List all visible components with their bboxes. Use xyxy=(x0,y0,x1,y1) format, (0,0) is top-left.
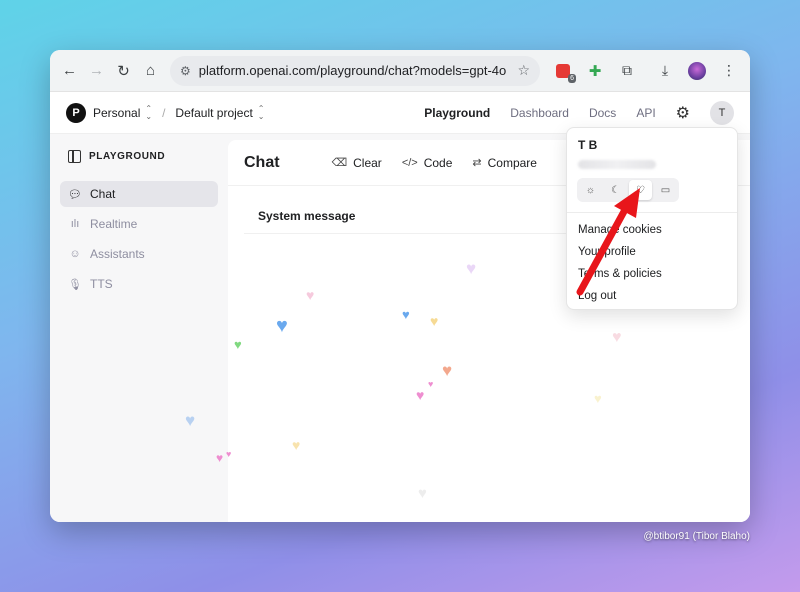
sidebar-item-assistants[interactable]: ☺ Assistants xyxy=(60,241,218,267)
microphone-icon: 🎙︎ xyxy=(68,278,82,291)
email-blurred xyxy=(578,160,656,169)
back-icon[interactable]: ← xyxy=(58,58,81,84)
monitor-icon[interactable]: ▭ xyxy=(654,180,677,200)
sidebar-item-label: Assistants xyxy=(90,247,145,261)
settings-gear-icon[interactable]: ⚙ xyxy=(676,103,690,123)
heart-decoration: ♥ xyxy=(466,259,477,278)
breadcrumb-separator: / xyxy=(162,105,166,120)
heart-decoration: ♥ xyxy=(306,287,315,303)
heart-decoration: ♥ xyxy=(418,485,427,502)
terms-policies-item[interactable]: Terms & policies xyxy=(577,263,727,285)
account-menu: T B ☼ ☾ ♡ ▭ Manage cookies Your profile … xyxy=(566,127,738,310)
browser-menu-icon[interactable]: ⋮ xyxy=(716,58,742,84)
menu-divider xyxy=(567,212,737,213)
page-title: Chat xyxy=(244,153,280,171)
chevron-updown-icon: ⌃ ⌄ xyxy=(257,103,265,121)
moon-icon[interactable]: ☾ xyxy=(604,180,627,200)
download-icon[interactable]: ⤓ xyxy=(652,58,678,84)
org-avatar: P xyxy=(66,102,86,123)
heart-decoration: ♥ xyxy=(216,451,224,465)
extensions-area: 6 ✚ ⧉ ⤓ ⋮ xyxy=(550,58,742,84)
browser-toolbar: ← → ↻ ⌂ ⚙ platform.openai.com/playground… xyxy=(50,50,750,92)
waveform-icon: ılı xyxy=(70,218,80,230)
project-name: Default project xyxy=(175,105,253,120)
code-label: Code xyxy=(423,155,453,170)
heart-decoration: ♥ xyxy=(185,411,196,430)
nav-api[interactable]: API xyxy=(636,106,655,120)
org-selector[interactable]: Personal ⌃ ⌄ xyxy=(93,103,153,121)
green-extension-icon[interactable]: ✚ xyxy=(582,58,608,84)
nav-docs[interactable]: Docs xyxy=(589,106,616,120)
system-message-field[interactable]: System message xyxy=(244,198,584,234)
nav-playground[interactable]: Playground xyxy=(424,106,490,120)
org-name: Personal xyxy=(93,105,141,120)
sidebar-toggle-icon[interactable] xyxy=(68,150,81,163)
heart-decoration: ♥ xyxy=(430,313,439,329)
clear-button[interactable]: ⌫ Clear xyxy=(332,156,382,170)
sidebar-title-text: PLAYGROUND xyxy=(89,151,166,162)
your-profile-item[interactable]: Your profile xyxy=(577,241,727,263)
chevron-updown-icon: ⌃ ⌄ xyxy=(145,103,153,121)
code-brackets-icon: </> xyxy=(401,156,418,169)
url-text: platform.openai.com/playground/chat?mode… xyxy=(198,63,507,78)
manage-cookies-item[interactable]: Manage cookies xyxy=(577,219,727,241)
compare-button[interactable]: ⇄ Compare xyxy=(472,156,537,170)
heart-decoration: ♥ xyxy=(402,307,410,322)
compare-label: Compare xyxy=(487,155,537,170)
heart-decoration: ♥ xyxy=(612,329,622,346)
reload-icon[interactable]: ↻ xyxy=(112,58,135,84)
sidebar: PLAYGROUND 💬︎ Chat ılı Realtime ☺ Assist… xyxy=(50,134,228,522)
heart-decoration: ♥ xyxy=(226,449,232,459)
compare-arrows-icon: ⇄ xyxy=(472,157,482,169)
red-extension-icon[interactable]: 6 xyxy=(550,58,576,84)
user-name: T B xyxy=(578,138,598,152)
robot-icon: ☺ xyxy=(69,248,81,260)
extensions-puzzle-icon[interactable]: ⧉ xyxy=(614,58,640,84)
credit-text: @btibor91 (Tibor Blaho) xyxy=(643,531,751,542)
address-bar[interactable]: ⚙ platform.openai.com/playground/chat?mo… xyxy=(170,55,540,86)
heart-decoration: ♥ xyxy=(416,387,425,403)
sidebar-title: PLAYGROUND xyxy=(60,150,218,163)
nav-dashboard[interactable]: Dashboard xyxy=(510,106,569,120)
extension-badge: 6 xyxy=(568,73,576,83)
sidebar-item-chat[interactable]: 💬︎ Chat xyxy=(60,181,218,207)
heart-decoration: ♥ xyxy=(292,437,301,453)
bookmark-star-icon[interactable]: ☆ xyxy=(517,62,530,79)
clear-label: Clear xyxy=(353,155,382,170)
sidebar-item-label: Realtime xyxy=(90,217,138,231)
log-out-item[interactable]: Log out xyxy=(577,285,727,307)
sidebar-item-label: TTS xyxy=(90,277,113,291)
broom-icon: ⌫ xyxy=(331,157,348,169)
user-avatar[interactable]: T xyxy=(710,100,734,125)
theme-switcher: ☼ ☾ ♡ ▭ xyxy=(577,178,679,202)
chat-bubble-icon: 💬︎ xyxy=(68,188,82,201)
sidebar-item-realtime[interactable]: ılı Realtime xyxy=(60,211,218,237)
profile-icon[interactable] xyxy=(684,58,710,84)
sun-icon[interactable]: ☼ xyxy=(579,180,602,200)
heart-icon[interactable]: ♡ xyxy=(629,180,652,200)
heart-decoration: ♥ xyxy=(428,379,434,389)
heart-decoration: ♥ xyxy=(442,361,453,380)
code-button[interactable]: </> Code xyxy=(402,156,453,170)
sidebar-item-label: Chat xyxy=(90,187,116,201)
home-icon[interactable]: ⌂ xyxy=(139,58,162,84)
heart-decoration: ♥ xyxy=(234,337,242,352)
project-selector[interactable]: Default project ⌃ ⌄ xyxy=(175,103,265,121)
heart-decoration: ♥ xyxy=(594,391,602,406)
heart-decoration: ♥ xyxy=(276,315,288,337)
forward-icon[interactable]: → xyxy=(85,58,108,84)
site-settings-icon[interactable]: ⚙ xyxy=(180,64,191,78)
system-message-label: System message xyxy=(258,208,356,223)
sidebar-item-tts[interactable]: 🎙︎ TTS xyxy=(60,271,218,297)
